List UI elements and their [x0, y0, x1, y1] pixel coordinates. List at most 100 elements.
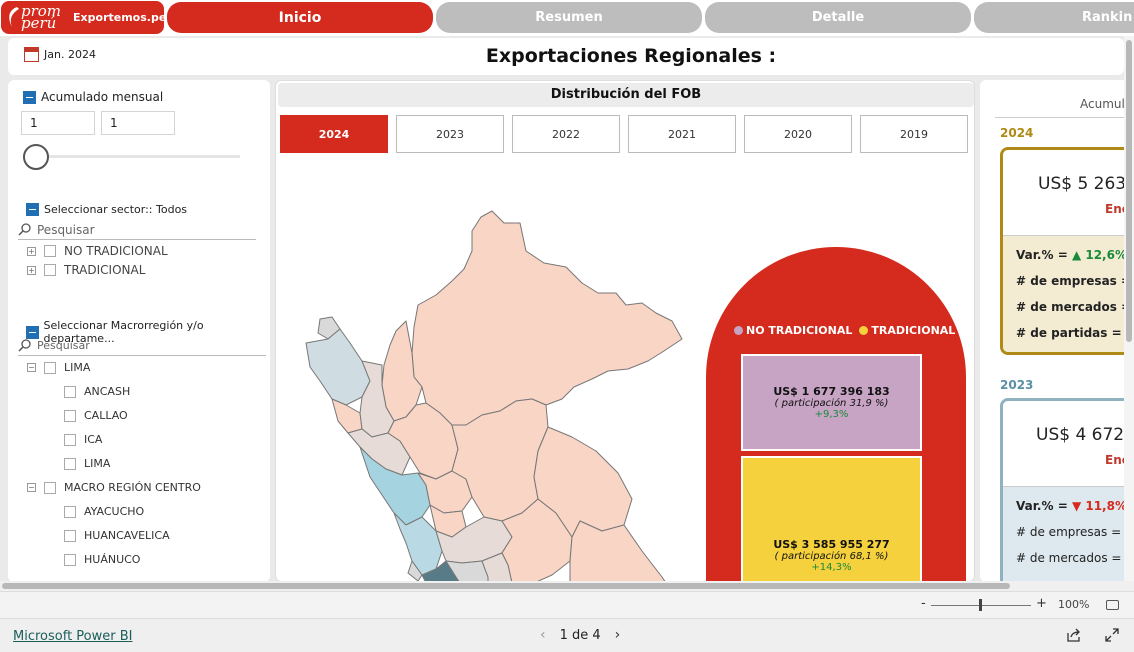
- region-item-huanuco[interactable]: HUÁNUCO: [64, 553, 140, 566]
- collapse-icon[interactable]: [23, 90, 36, 104]
- tab-ranking[interactable]: Rankin: [974, 2, 1134, 33]
- fob-box-no-tradicional[interactable]: US$ 1 677 396 183 ( participación 31,9 %…: [741, 354, 922, 451]
- horizontal-scrollbar-thumb[interactable]: [2, 583, 1010, 589]
- power-bi-link[interactable]: Microsoft Power BI: [13, 629, 132, 644]
- stat-label: # de empresas =: [1016, 525, 1122, 539]
- fob-value: US$ 1 677 396 183: [773, 385, 890, 398]
- legend-dot-no-tradicional: [734, 326, 743, 335]
- checkbox[interactable]: [64, 385, 76, 398]
- expand-icon[interactable]: +: [27, 265, 36, 275]
- checkbox[interactable]: [64, 529, 76, 542]
- fob-distribution-panel: Distribución del FOB 2024 2023 2022 2021…: [275, 80, 975, 582]
- stat-label: # de partidas =: [1016, 326, 1122, 340]
- fob-value: US$ 3 585 955 277: [773, 538, 890, 551]
- fob-share: ( participación 68,1 %): [774, 551, 889, 562]
- next-page-icon[interactable]: ›: [615, 627, 621, 643]
- sector-slicer-title: Seleccionar sector:: Todos: [26, 203, 187, 216]
- expand-icon[interactable]: +: [27, 246, 36, 256]
- region-item-huancavelica[interactable]: HUANCAVELICA: [64, 529, 170, 542]
- region-search-placeholder: Pesquisar: [37, 339, 90, 352]
- region-item-label: ANCASH: [84, 385, 131, 398]
- stat-value: 11,8%: [1085, 499, 1125, 513]
- legend-dot-tradicional: [859, 326, 869, 335]
- map-region-loreto: [411, 210, 683, 426]
- tab-inicio[interactable]: Inicio: [167, 2, 433, 33]
- sector-item-label: NO TRADICIONAL: [64, 244, 168, 258]
- checkbox[interactable]: [44, 361, 56, 374]
- stat-label: # de mercados =: [1016, 551, 1122, 565]
- region-item-ancash[interactable]: ANCASH: [64, 385, 130, 398]
- page-indicator: 1 de 4: [559, 627, 601, 643]
- zoom-in-button[interactable]: +: [1036, 596, 1047, 611]
- accumulated-summary-panel: Acumula 2024 US$ 5 263 Ene Var.% = ▲ 12,…: [980, 80, 1125, 582]
- previous-page-icon[interactable]: ‹: [540, 627, 546, 643]
- accumulated-label: Acumulado mensual: [41, 90, 164, 104]
- collapse-icon[interactable]: [26, 203, 39, 216]
- map-region-piura: [305, 328, 371, 406]
- region-item-label: CALLAO: [84, 409, 128, 422]
- region-search[interactable]: Pesquisar: [18, 336, 266, 356]
- sector-search-placeholder: Pesquisar: [37, 222, 95, 237]
- zoom-slider-thumb[interactable]: [979, 599, 982, 611]
- sector-item-tradicional[interactable]: + TRADICIONAL: [27, 263, 145, 277]
- region-item-callao[interactable]: CALLAO: [64, 409, 128, 422]
- promperu-logo[interactable]: prom perú Exportemos.pe: [1, 1, 167, 34]
- logo-line2: perú: [21, 14, 57, 32]
- collapse-icon[interactable]: −: [27, 363, 36, 372]
- region-item-macro-centro[interactable]: − MACRO REGIÓN CENTRO: [27, 481, 201, 494]
- stat-partidas: # de partidas = 2: [1016, 320, 1125, 346]
- card-stats: Var.% = ▲ 12,6% # de empresas = # de mer…: [1003, 236, 1125, 352]
- fit-to-page-icon[interactable]: [1106, 600, 1119, 610]
- checkbox[interactable]: [64, 409, 76, 422]
- checkbox[interactable]: [64, 457, 76, 470]
- sector-item-label: TRADICIONAL: [64, 263, 146, 277]
- stat-mercados: # de mercados =: [1016, 545, 1125, 571]
- stat-value: 12,6%: [1085, 248, 1125, 262]
- checkbox[interactable]: [64, 553, 76, 566]
- checkbox[interactable]: [64, 433, 76, 446]
- date-display[interactable]: Jan. 2024: [24, 47, 96, 62]
- region-item-lima-group[interactable]: − LIMA: [27, 361, 90, 374]
- checkbox[interactable]: [44, 245, 56, 257]
- vertical-scrollbar-thumb[interactable]: [1126, 40, 1132, 342]
- page-title: Exportaciones Regionales :: [485, 45, 777, 67]
- zoom-bar: - + 100%: [0, 591, 1134, 618]
- sector-label: Seleccionar sector:: Todos: [44, 203, 188, 216]
- top-navigation: prom perú Exportemos.pe Inicio Resumen D…: [0, 0, 1134, 36]
- horizontal-scrollbar[interactable]: [0, 581, 1134, 591]
- zoom-out-button[interactable]: -: [921, 596, 926, 611]
- region-item-label: LIMA: [84, 457, 111, 470]
- summary-heading: Acumula: [995, 90, 1125, 118]
- tab-detalle[interactable]: Detalle: [705, 2, 971, 33]
- checkbox[interactable]: [44, 264, 56, 276]
- card-amount-area: US$ 4 672 Ene: [1003, 401, 1125, 487]
- sector-item-no-tradicional[interactable]: + NO TRADICIONAL: [27, 244, 168, 258]
- fob-legend: NO TRADICIONAL TRADICIONAL: [734, 324, 955, 337]
- checkbox[interactable]: [44, 481, 56, 494]
- fob-box-tradicional[interactable]: US$ 3 585 955 277 ( participación 68,1 %…: [741, 456, 922, 581]
- range-to-input[interactable]: 1: [101, 111, 175, 135]
- month-slider-thumb[interactable]: [23, 144, 49, 170]
- region-item-label: AYACUCHO: [84, 505, 145, 518]
- region-item-lima[interactable]: LIMA: [64, 457, 110, 470]
- share-icon[interactable]: [1066, 628, 1082, 642]
- range-from-input[interactable]: 1: [21, 111, 95, 135]
- page-navigator: ‹ 1 de 4 ›: [540, 627, 620, 643]
- fullscreen-icon[interactable]: [1105, 628, 1119, 642]
- region-item-ica[interactable]: ICA: [64, 433, 102, 446]
- region-item-ayacucho[interactable]: AYACUCHO: [64, 505, 144, 518]
- logo-site-text: Exportemos.pe: [73, 11, 167, 24]
- tab-resumen[interactable]: Resumen: [436, 2, 702, 33]
- sector-search[interactable]: Pesquisar: [18, 220, 256, 240]
- card-amount: US$ 5 263: [1038, 174, 1125, 194]
- stat-empresas: # de empresas =: [1016, 268, 1125, 294]
- month-slider-track[interactable]: [36, 155, 240, 158]
- vertical-scrollbar[interactable]: [1124, 36, 1134, 581]
- search-icon: [18, 339, 31, 352]
- region-item-label: HUANCAVELICA: [84, 529, 170, 542]
- checkbox[interactable]: [64, 505, 76, 518]
- stat-label: Var.% =: [1016, 499, 1068, 513]
- stat-variation: Var.% = ▼ 11,8%: [1016, 493, 1125, 519]
- collapse-icon[interactable]: −: [27, 483, 36, 492]
- accumulated-slicer-title: Acumulado mensual: [23, 90, 163, 104]
